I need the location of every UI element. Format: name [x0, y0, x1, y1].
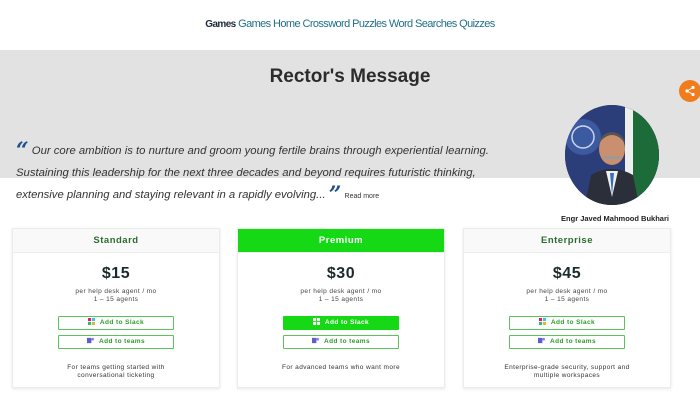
add-to-teams-button[interactable]: Add to teams: [58, 335, 174, 349]
add-to-teams-button[interactable]: Add to teams: [509, 335, 625, 349]
plan-price: $30: [326, 265, 356, 282]
plan-name: Standard: [13, 229, 219, 253]
nav-link-quizzes[interactable]: Quizzes: [459, 18, 495, 30]
teams-button-label: Add to teams: [550, 338, 596, 345]
plan-agents: 1 – 15 agents: [318, 296, 364, 303]
rector-avatar: [565, 105, 659, 205]
teams-button-label: Add to teams: [99, 338, 145, 345]
top-bar: Games Games Home Crossword Puzzles Word …: [0, 0, 700, 50]
nav-brand[interactable]: Games: [205, 19, 236, 30]
teams-icon: [538, 337, 545, 344]
open-quote-icon: “: [16, 138, 29, 164]
read-more-link[interactable]: Read more: [345, 193, 380, 200]
teams-icon: [87, 337, 94, 344]
share-icon: [685, 85, 695, 97]
slack-button-label: Add to Slack: [550, 319, 596, 326]
plan-price: $45: [552, 265, 582, 282]
nav-link-word-searches[interactable]: Word Searches: [389, 18, 457, 30]
plan-price: $15: [101, 265, 131, 282]
nav-link-home[interactable]: Home: [273, 18, 301, 30]
share-button[interactable]: [679, 80, 700, 102]
add-to-teams-button[interactable]: Add to teams: [283, 335, 399, 349]
plan-card-standard: Standard $15 per help desk agent / mo 1 …: [12, 228, 220, 388]
slack-button-label: Add to Slack: [99, 319, 145, 326]
add-to-slack-button[interactable]: Add to Slack: [509, 316, 625, 330]
plan-description: For advanced teams who want more: [282, 364, 400, 371]
add-to-slack-button[interactable]: Add to Slack: [58, 316, 174, 330]
plan-description: Enterprise-grade security, support and m…: [504, 364, 630, 379]
plan-card-premium: Premium $30 per help desk agent / mo 1 –…: [237, 228, 445, 388]
page-title: Rector's Message: [269, 66, 431, 87]
top-nav: Games Games Home Crossword Puzzles Word …: [0, 18, 700, 30]
plan-agents: 1 – 15 agents: [93, 296, 139, 303]
teams-icon: [312, 337, 319, 344]
teams-button-label: Add to teams: [324, 338, 370, 345]
slack-icon: [87, 318, 95, 325]
plan-per-agent: per help desk agent / mo: [300, 288, 382, 295]
nav-link-crossword-puzzles[interactable]: Crossword Puzzles: [302, 18, 387, 30]
nav-link-games[interactable]: Games: [238, 18, 271, 30]
close-quote-icon: ”: [328, 182, 342, 208]
rector-quote: “ Our core ambition is to nurture and gr…: [16, 140, 496, 208]
quote-text: Our core ambition is to nurture and groo…: [16, 145, 489, 201]
plan-card-enterprise: Enterprise $45 per help desk agent / mo …: [463, 228, 671, 388]
plan-per-agent: per help desk agent / mo: [75, 288, 157, 295]
slack-icon: [538, 318, 546, 325]
plan-name: Enterprise: [464, 229, 670, 253]
plan-agents: 1 – 15 agents: [544, 296, 590, 303]
slack-button-label: Add to Slack: [324, 319, 370, 326]
slack-icon: [312, 318, 320, 325]
plan-per-agent: per help desk agent / mo: [526, 288, 608, 295]
plan-name: Premium: [238, 229, 444, 253]
rector-name: Engr Javed Mahmood Bukhari: [561, 214, 669, 223]
plan-description: For teams getting started with conversat…: [67, 364, 165, 379]
add-to-slack-button[interactable]: Add to Slack: [283, 316, 399, 330]
